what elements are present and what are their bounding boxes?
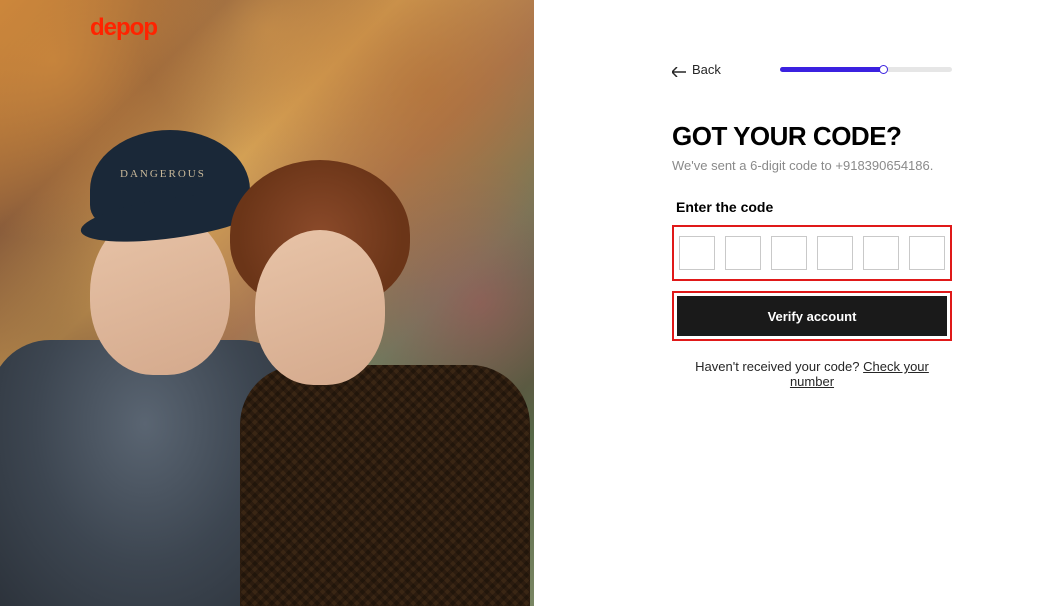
- code-digit-2[interactable]: [725, 236, 761, 270]
- resend-row: Haven't received your code? Check your n…: [672, 359, 952, 389]
- back-button[interactable]: Back: [672, 62, 721, 77]
- code-digit-6[interactable]: [909, 236, 945, 270]
- back-button-label: Back: [692, 62, 721, 77]
- progress-fill: [780, 67, 883, 72]
- verify-button-highlight: Verify account: [672, 291, 952, 341]
- brand-logo: depop: [90, 14, 157, 42]
- hero-figure-right: [200, 175, 480, 605]
- top-nav-row: Back: [672, 62, 952, 77]
- page-heading: GOT YOUR CODE?: [672, 121, 952, 152]
- code-input-group: [677, 230, 947, 276]
- progress-thumb: [879, 65, 888, 74]
- code-digit-5[interactable]: [863, 236, 899, 270]
- code-digit-1[interactable]: [679, 236, 715, 270]
- code-digit-4[interactable]: [817, 236, 853, 270]
- page-subheading: We've sent a 6-digit code to +9183906541…: [672, 158, 952, 173]
- arrow-left-icon: [672, 65, 686, 75]
- hero-cap-text: DANGEROUS: [120, 168, 206, 180]
- code-field-label: Enter the code: [676, 199, 952, 215]
- code-input-highlight: [672, 225, 952, 281]
- hero-image-panel: depop DANGEROUS: [0, 0, 534, 606]
- verify-account-button[interactable]: Verify account: [677, 296, 947, 336]
- code-digit-3[interactable]: [771, 236, 807, 270]
- progress-bar: [780, 67, 952, 72]
- resend-prompt-text: Haven't received your code?: [695, 359, 863, 374]
- verification-panel: Back GOT YOUR CODE? We've sent a 6-digit…: [534, 0, 1062, 606]
